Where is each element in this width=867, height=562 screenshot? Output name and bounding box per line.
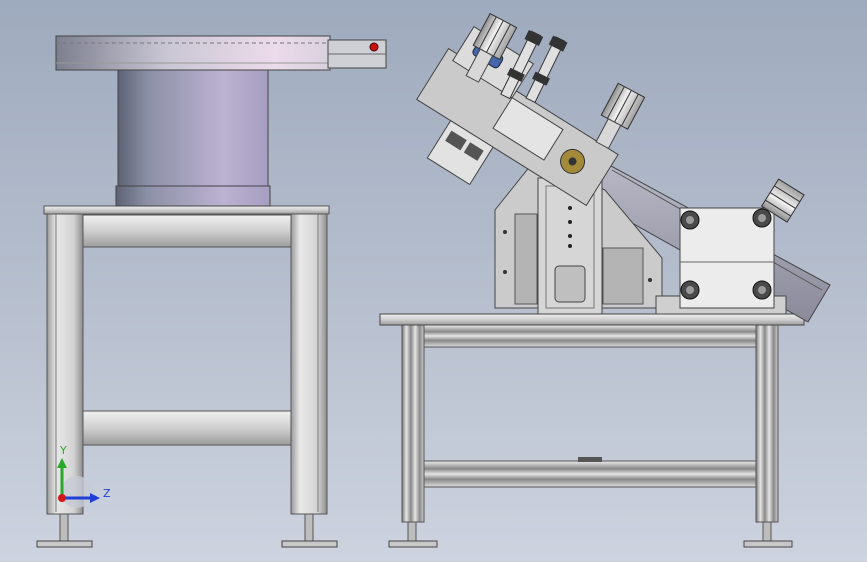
y-axis-label: Y [59,444,67,457]
bowl-feeder [55,35,387,207]
table-top-plate [379,313,805,326]
z-axis-label: Z [103,487,111,500]
left-stand-foot-right [281,513,338,548]
column-window [554,265,586,303]
rail-connector [578,457,602,462]
feeder-drum [117,65,269,189]
x-axis-marker [58,494,66,502]
frame-cutout-left [514,213,538,305]
left-stand-lower-crossbar [82,410,292,446]
left-stand-leg-right [290,211,328,515]
table-upper-rail [423,324,757,348]
left-stand-leg-left [46,211,84,515]
right-table [379,313,805,548]
indicator-marker [369,42,379,52]
left-stand-foot-left [36,513,93,548]
z-axis-arrow-head [90,493,100,503]
left-stand-upper-crossbar [82,214,292,248]
table-leg-right [743,321,793,548]
cylinder-top-right [595,82,646,150]
frame-cutout-right [602,247,644,305]
feeder-bowl [55,35,331,71]
table-lower-rail [423,460,757,488]
assembly-drawing: Y Z [36,12,831,548]
sorting-machine [416,12,831,323]
left-stand-top-plate [43,205,330,215]
feeder-base-ring [115,185,271,207]
table-leg-left [388,321,438,548]
cad-viewport[interactable]: Y Z [0,0,867,562]
